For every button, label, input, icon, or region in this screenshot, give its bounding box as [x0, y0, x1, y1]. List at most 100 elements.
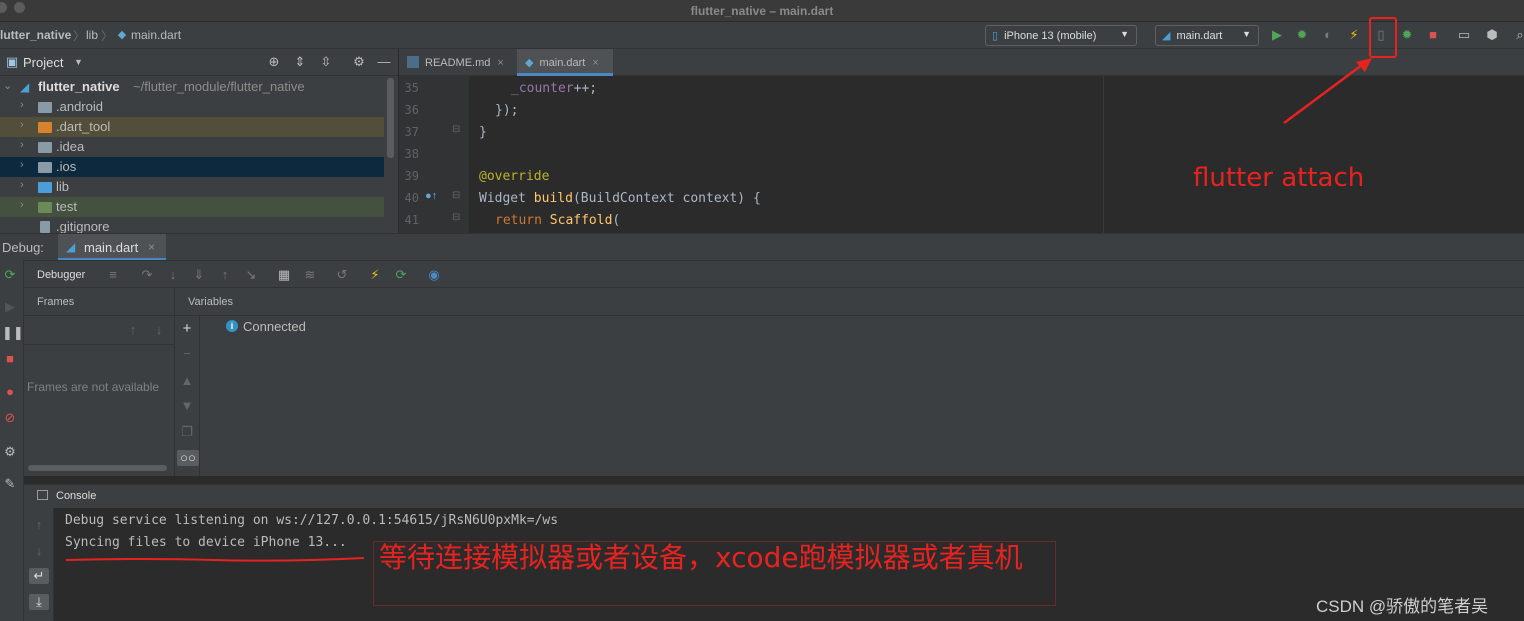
tree-item-test[interactable]: › test [0, 197, 384, 217]
locate-icon[interactable]: ⊕ [266, 54, 282, 70]
console-toolbar: ↑ ↓ ↵ ⤓ [24, 508, 54, 621]
fold-marker-icon[interactable]: ⊟ [452, 212, 460, 223]
lightning-icon[interactable]: ⚡ [1346, 27, 1362, 43]
fold-marker-icon[interactable]: ⊟ [452, 190, 460, 201]
play-icon[interactable]: ▶ [1269, 27, 1285, 43]
breadcrumb-project[interactable]: lutter_native [0, 28, 71, 42]
tree-scrollbar[interactable] [387, 78, 394, 158]
run-config-selector[interactable]: ◢ main.dart ▼ [1155, 25, 1259, 46]
arrow-down-icon[interactable]: ↓ [31, 543, 47, 559]
markdown-file-icon [407, 56, 419, 68]
debug-tab-main-dart[interactable]: ◢ main.dart × [58, 234, 166, 261]
devtools-icon[interactable]: ◉ [426, 267, 442, 283]
scroll-to-end-icon[interactable]: ⤓ [29, 594, 49, 610]
divider [24, 344, 174, 345]
code-line-36: }); [495, 103, 519, 118]
folder-icon [38, 162, 52, 173]
stop-icon[interactable]: ■ [1425, 27, 1441, 43]
connection-status: Connected [243, 319, 306, 334]
chevron-right-icon[interactable]: › [20, 139, 24, 151]
menu-icon[interactable]: ≡ [105, 267, 121, 283]
sdk-manager-icon[interactable]: ⬢ [1484, 27, 1500, 43]
copy-icon[interactable]: ❐ [179, 424, 195, 440]
debug-tab-label: main.dart [84, 240, 139, 255]
project-tree: ⌄ ◢ flutter_native ~/flutter_module/flut… [0, 76, 398, 233]
mute-breakpoints-icon[interactable]: ⊘ [2, 410, 18, 426]
move-up-icon[interactable]: ▲ [179, 373, 195, 389]
watermark: CSDN @骄傲的笔者吴 [1316, 597, 1489, 616]
arrow-up-icon[interactable]: ↑ [31, 517, 47, 533]
close-icon[interactable]: × [592, 57, 598, 69]
view-breakpoints-icon[interactable]: ● [2, 384, 18, 400]
window-title: flutter_native – main.dart [690, 4, 834, 18]
run-to-cursor-icon[interactable]: ↘ [243, 267, 259, 283]
debug-attach-icon[interactable]: ✹ [1399, 27, 1415, 43]
line-number: 39 [404, 169, 419, 183]
device-selector[interactable]: ▯ iPhone 13 (mobile) ▼ [985, 25, 1137, 46]
debugger-tab[interactable]: Debugger [37, 269, 85, 281]
override-marker-icon[interactable]: ●↑ [425, 190, 437, 202]
soft-wrap-icon[interactable]: ↵ [29, 568, 49, 584]
chevron-right-icon[interactable]: › [20, 99, 24, 111]
lightning-icon[interactable]: ⚡ [367, 267, 383, 283]
rerun-icon[interactable]: ⟳ [2, 267, 18, 283]
chevron-right-icon[interactable]: › [20, 119, 24, 131]
collapse-all-icon[interactable]: ⇳ [318, 54, 334, 70]
tab-main-dart[interactable]: ◆ main.dart × [517, 49, 613, 76]
step-out-icon[interactable]: ↑ [217, 267, 233, 283]
move-down-icon[interactable]: ▼ [179, 398, 195, 414]
arrow-down-icon[interactable]: ↓ [151, 322, 167, 338]
step-over-icon[interactable]: ↷ [139, 267, 155, 283]
evaluate-icon[interactable]: ▦ [276, 267, 292, 283]
breadcrumb-file[interactable]: main.dart [131, 28, 181, 42]
force-step-into-icon[interactable]: ⇓ [191, 267, 207, 283]
frames-scrollbar[interactable] [28, 465, 167, 471]
stop-icon[interactable]: ■ [2, 351, 18, 367]
close-icon[interactable]: × [148, 240, 155, 254]
fold-marker-icon[interactable]: ⊟ [452, 124, 460, 135]
hide-icon[interactable]: — [376, 54, 392, 70]
tree-item-label: .gitignore [56, 219, 110, 233]
chevron-down-icon[interactable]: ▼ [74, 57, 83, 67]
show-watches-icon[interactable]: ○○ [177, 450, 199, 466]
resume-icon[interactable]: ▶ [2, 299, 18, 315]
restart-frame-icon[interactable]: ↺ [334, 267, 350, 283]
console-header: Console [24, 484, 1524, 508]
tree-item-idea[interactable]: › .idea [0, 137, 384, 157]
chevron-right-icon[interactable]: › [20, 199, 24, 211]
add-watch-icon[interactable]: + [179, 321, 195, 337]
tree-item-lib[interactable]: › lib [0, 177, 384, 197]
settings-gear-icon[interactable]: ⚙ [2, 444, 18, 460]
chevron-right-icon[interactable]: › [20, 159, 24, 171]
step-into-icon[interactable]: ↓ [165, 267, 181, 283]
coverage-icon[interactable]: ◐ [1320, 27, 1336, 43]
tree-item-gitignore[interactable]: .gitignore [0, 217, 384, 233]
console-tab[interactable]: Console [56, 490, 96, 502]
tree-item-dart-tool[interactable]: › .dart_tool [0, 117, 384, 137]
search-icon[interactable]: ⌕ [1512, 27, 1524, 43]
pin-icon[interactable]: ✎ [2, 476, 18, 492]
chevron-down-icon[interactable]: ⌄ [3, 79, 12, 92]
tree-item-android[interactable]: › .android [0, 97, 384, 117]
remove-watch-icon[interactable]: − [179, 346, 195, 362]
hot-restart-icon[interactable]: ⟳ [393, 267, 409, 283]
chevron-right-icon[interactable]: › [20, 179, 24, 191]
root-project-path: ~/flutter_module/flutter_native [133, 79, 305, 94]
pause-icon[interactable]: ❚❚ [2, 325, 24, 341]
run-config-label: main.dart [1176, 30, 1223, 42]
expand-all-icon[interactable]: ⇕ [292, 54, 308, 70]
device-manager-icon[interactable]: ▭ [1456, 27, 1472, 43]
line-number: 40 [404, 191, 419, 205]
trace-icon[interactable]: ≋ [302, 267, 318, 283]
breadcrumb-lib[interactable]: lib [86, 28, 98, 42]
arrow-up-icon[interactable]: ↑ [125, 322, 141, 338]
tab-readme[interactable]: README.md × [407, 49, 515, 76]
annotation-arrow [1283, 58, 1372, 125]
settings-gear-icon[interactable]: ⚙ [351, 54, 367, 70]
debug-bug-icon[interactable]: ✹ [1294, 27, 1310, 43]
tree-root[interactable]: ⌄ ◢ flutter_native ~/flutter_module/flut… [0, 77, 384, 97]
project-view-selector[interactable]: Project [23, 55, 63, 70]
tree-item-ios[interactable]: › .ios [0, 157, 384, 177]
close-icon[interactable]: × [497, 57, 503, 69]
variables-toolbar: + − ▲ ▼ ❐ ○○ [174, 316, 200, 476]
